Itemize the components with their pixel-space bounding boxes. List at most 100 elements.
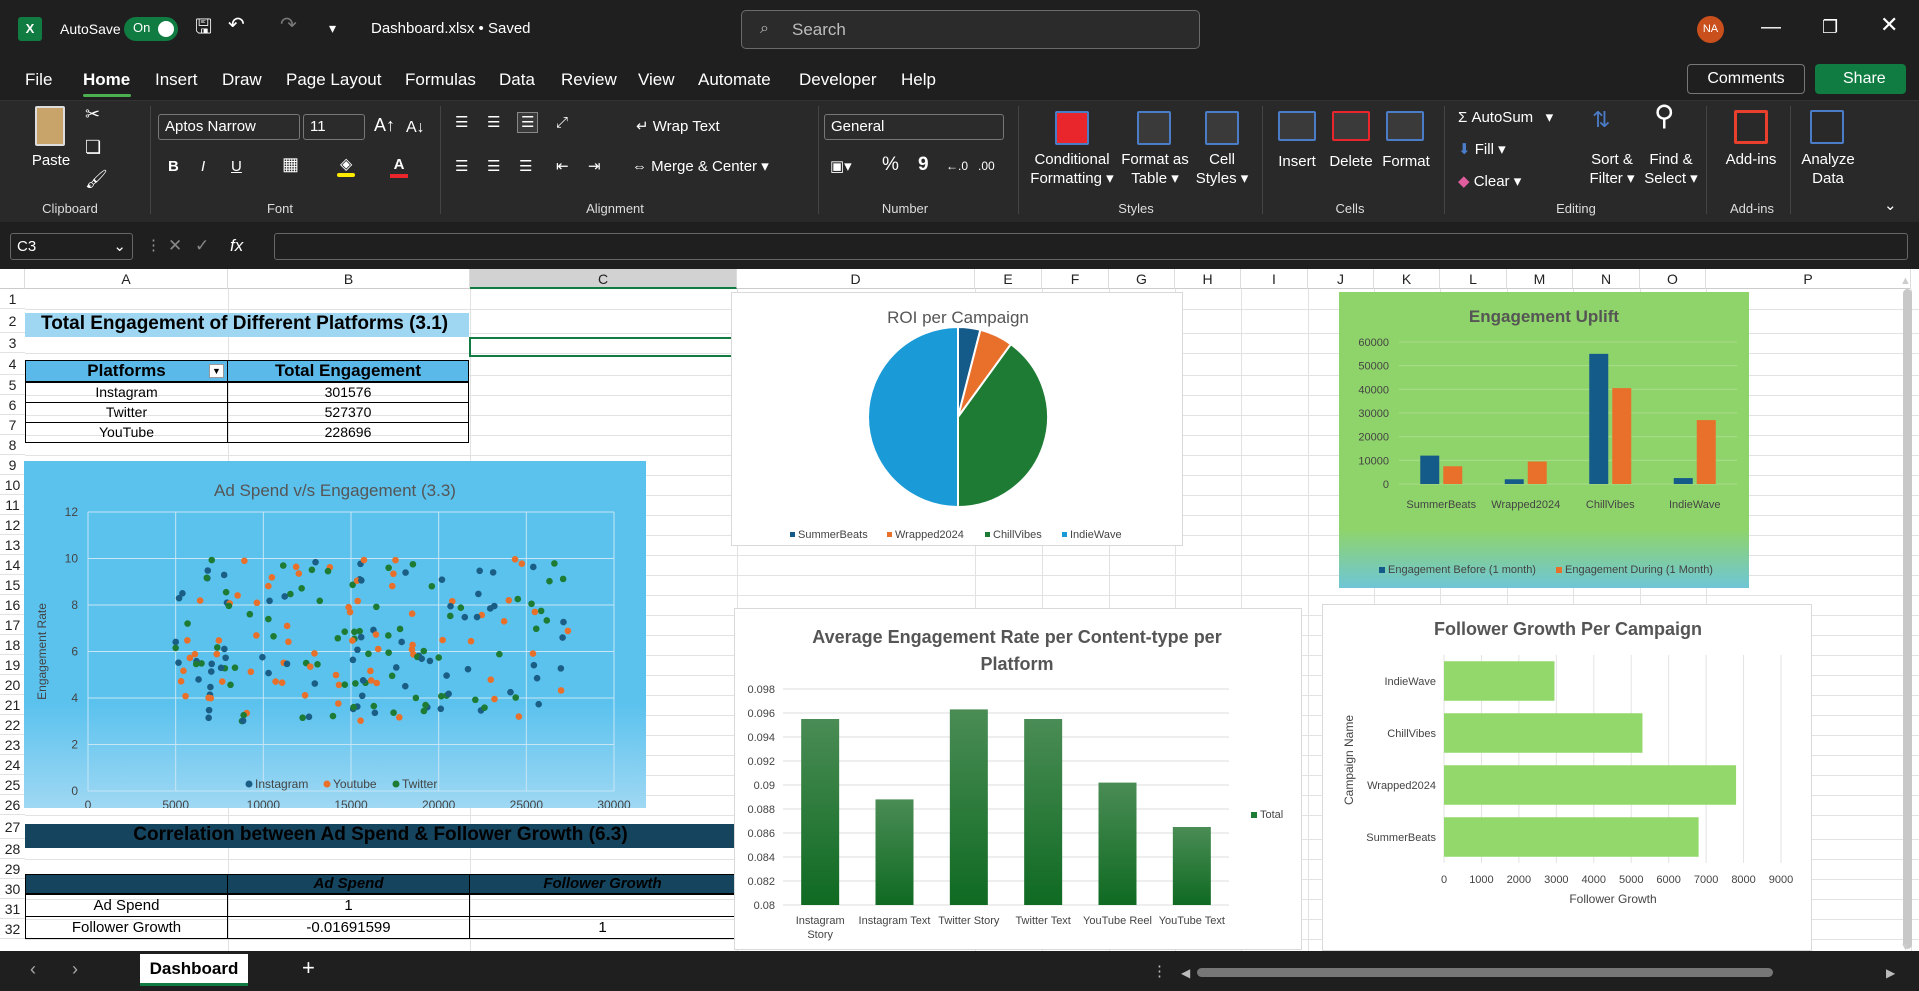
font-size-dropdown[interactable]: 11 <box>303 114 365 140</box>
analyze-data-button[interactable]: Analyze Data <box>1798 150 1858 188</box>
menu-draw[interactable]: Draw <box>222 70 262 90</box>
analyze-data-icon[interactable] <box>1810 110 1844 144</box>
customize-toolbar-icon[interactable]: ▾ <box>329 18 336 38</box>
pie-chart[interactable]: ROI per Campaign SummerBeats Wrapped2024 Ch… <box>731 292 1183 546</box>
cell-styles-icon[interactable] <box>1205 111 1239 145</box>
insert-function-button[interactable]: fx <box>230 236 243 255</box>
delete-cells-icon[interactable] <box>1332 111 1370 141</box>
table1-platform-cell[interactable]: Twitter <box>25 402 228 423</box>
add-sheet-button[interactable]: + <box>302 957 315 979</box>
horizontal-scrollbar[interactable] <box>1197 968 1773 977</box>
selected-cell[interactable] <box>469 337 739 357</box>
format-cells-icon[interactable] <box>1386 111 1424 141</box>
bold-button[interactable]: B <box>168 157 179 176</box>
select-all[interactable] <box>0 269 25 289</box>
table1-engagement-cell[interactable]: 228696 <box>227 422 469 443</box>
table1-platform-cell[interactable]: Instagram <box>25 382 228 403</box>
italic-button[interactable]: I <box>201 157 205 176</box>
table2-cell[interactable]: Ad Spend <box>25 894 228 917</box>
format-painter-icon[interactable]: 🖌 <box>85 170 108 189</box>
row-header-21[interactable]: 21 <box>0 695 25 715</box>
cell-styles-button[interactable]: Cell Styles ▾ <box>1194 150 1250 188</box>
increase-font-icon[interactable]: A↑ <box>374 116 395 135</box>
fill-button[interactable]: ⬇ Fill ▾ <box>1458 140 1506 159</box>
row-header-17[interactable]: 17 <box>0 615 25 635</box>
vertical-scrollbar[interactable] <box>1903 289 1912 949</box>
next-sheet-icon[interactable]: › <box>72 960 78 979</box>
table1-engagement-cell[interactable]: 527370 <box>227 402 469 423</box>
row-header-3[interactable]: 3 <box>0 333 25 353</box>
row-header-8[interactable]: 8 <box>0 435 25 455</box>
col-header-l[interactable]: L <box>1440 269 1507 289</box>
table2-cell[interactable]: 1 <box>469 916 736 939</box>
row-header-13[interactable]: 13 <box>0 535 25 555</box>
font-color-button[interactable]: A <box>390 155 408 178</box>
col-header-g[interactable]: G <box>1109 269 1175 289</box>
formula-input[interactable] <box>274 233 1908 260</box>
autosave-toggle[interactable]: On <box>124 17 178 41</box>
autosum-button[interactable]: Σ AutoSum ▾ <box>1458 108 1553 127</box>
row-header-27[interactable]: 27 <box>0 815 25 839</box>
paste-icon[interactable] <box>35 106 65 146</box>
addins-icon[interactable] <box>1734 110 1768 144</box>
scroll-up-icon[interactable]: ▲ <box>1900 272 1911 291</box>
enter-icon[interactable]: ✓ <box>195 236 209 255</box>
col-header-o[interactable]: O <box>1640 269 1706 289</box>
merge-center-button[interactable]: ⇔ Merge & Center ▾ <box>632 157 769 176</box>
conditional-formatting-icon[interactable] <box>1055 111 1089 145</box>
number-format-dropdown[interactable]: General <box>824 114 1004 140</box>
file-name[interactable]: Dashboard.xlsx • Saved <box>371 19 531 39</box>
align-left-icon[interactable]: ☰ <box>455 157 468 176</box>
prev-sheet-icon[interactable]: ‹ <box>30 960 36 979</box>
align-top-icon[interactable]: ☰ <box>455 113 468 132</box>
menu-file[interactable]: File <box>25 70 52 90</box>
row-header-31[interactable]: 31 <box>0 899 25 919</box>
close-icon[interactable]: ✕ <box>1880 14 1898 36</box>
restore-icon[interactable]: ❐ <box>1822 17 1838 37</box>
col-header-j[interactable]: J <box>1308 269 1374 289</box>
addins-button[interactable]: Add-ins <box>1722 150 1780 169</box>
find-select-button[interactable]: Find & Select ▾ <box>1642 150 1700 188</box>
menu-formulas[interactable]: Formulas <box>405 70 476 90</box>
menu-page-layout[interactable]: Page Layout <box>286 70 381 90</box>
worksheet-grid[interactable]: ABCDEFGHIJKLMNOP 1 2 3 4 5 6 7 8 9 10 11 12 13 14 15 16… <box>0 269 1919 951</box>
col-header-i[interactable]: I <box>1241 269 1308 289</box>
decrease-font-icon[interactable]: A↓ <box>406 118 425 137</box>
row-header-11[interactable]: 11 <box>0 495 25 515</box>
col-header-p[interactable]: P <box>1706 269 1911 289</box>
row-header-9[interactable]: 9 <box>0 455 25 475</box>
find-icon[interactable]: ⚲ <box>1654 102 1675 130</box>
engagement-uplift-chart[interactable]: Engagement Uplift 0 10000 20000 30000 40000 50… <box>1339 292 1749 588</box>
menu-data[interactable]: Data <box>499 70 535 90</box>
row-header-1[interactable]: 1 <box>0 289 25 309</box>
menu-insert[interactable]: Insert <box>155 70 198 90</box>
align-middle-icon[interactable]: ☰ <box>487 113 500 132</box>
undo-icon[interactable]: ↶ <box>228 15 245 35</box>
row-header-5[interactable]: 5 <box>0 375 25 395</box>
minimize-icon[interactable]: — <box>1761 17 1781 37</box>
row-header-16[interactable]: 16 <box>0 595 25 615</box>
menu-view[interactable]: View <box>638 70 675 90</box>
col-header-n[interactable]: N <box>1573 269 1640 289</box>
redo-icon[interactable]: ↷ <box>280 15 297 35</box>
col-header-a[interactable]: A <box>25 269 228 289</box>
menu-help[interactable]: Help <box>901 70 936 90</box>
comments-button[interactable]: Comments <box>1687 64 1805 94</box>
row-header-22[interactable]: 22 <box>0 715 25 735</box>
format-as-table-icon[interactable] <box>1137 111 1171 145</box>
insert-cells-icon[interactable] <box>1278 111 1316 141</box>
col-header-h[interactable]: H <box>1175 269 1241 289</box>
cancel-icon[interactable]: ✕ <box>168 236 182 255</box>
row-header-24[interactable]: 24 <box>0 755 25 775</box>
avg-engagement-chart[interactable]: Average Engagement Rate per Content-type… <box>734 608 1302 950</box>
clear-button[interactable]: ◆ Clear ▾ <box>1458 172 1521 191</box>
sort-filter-button[interactable]: Sort & Filter ▾ <box>1584 150 1640 188</box>
percent-button[interactable]: % <box>882 155 899 174</box>
col-header-d[interactable]: D <box>737 269 975 289</box>
col-header-k[interactable]: K <box>1374 269 1440 289</box>
wrap-text-button[interactable]: ↵ Wrap Text <box>636 117 720 136</box>
col-header-f[interactable]: F <box>1042 269 1109 289</box>
comma-button[interactable]: 9 <box>918 155 929 174</box>
menu-home[interactable]: Home <box>83 70 130 90</box>
scroll-right-icon[interactable]: ▶ <box>1886 964 1895 983</box>
